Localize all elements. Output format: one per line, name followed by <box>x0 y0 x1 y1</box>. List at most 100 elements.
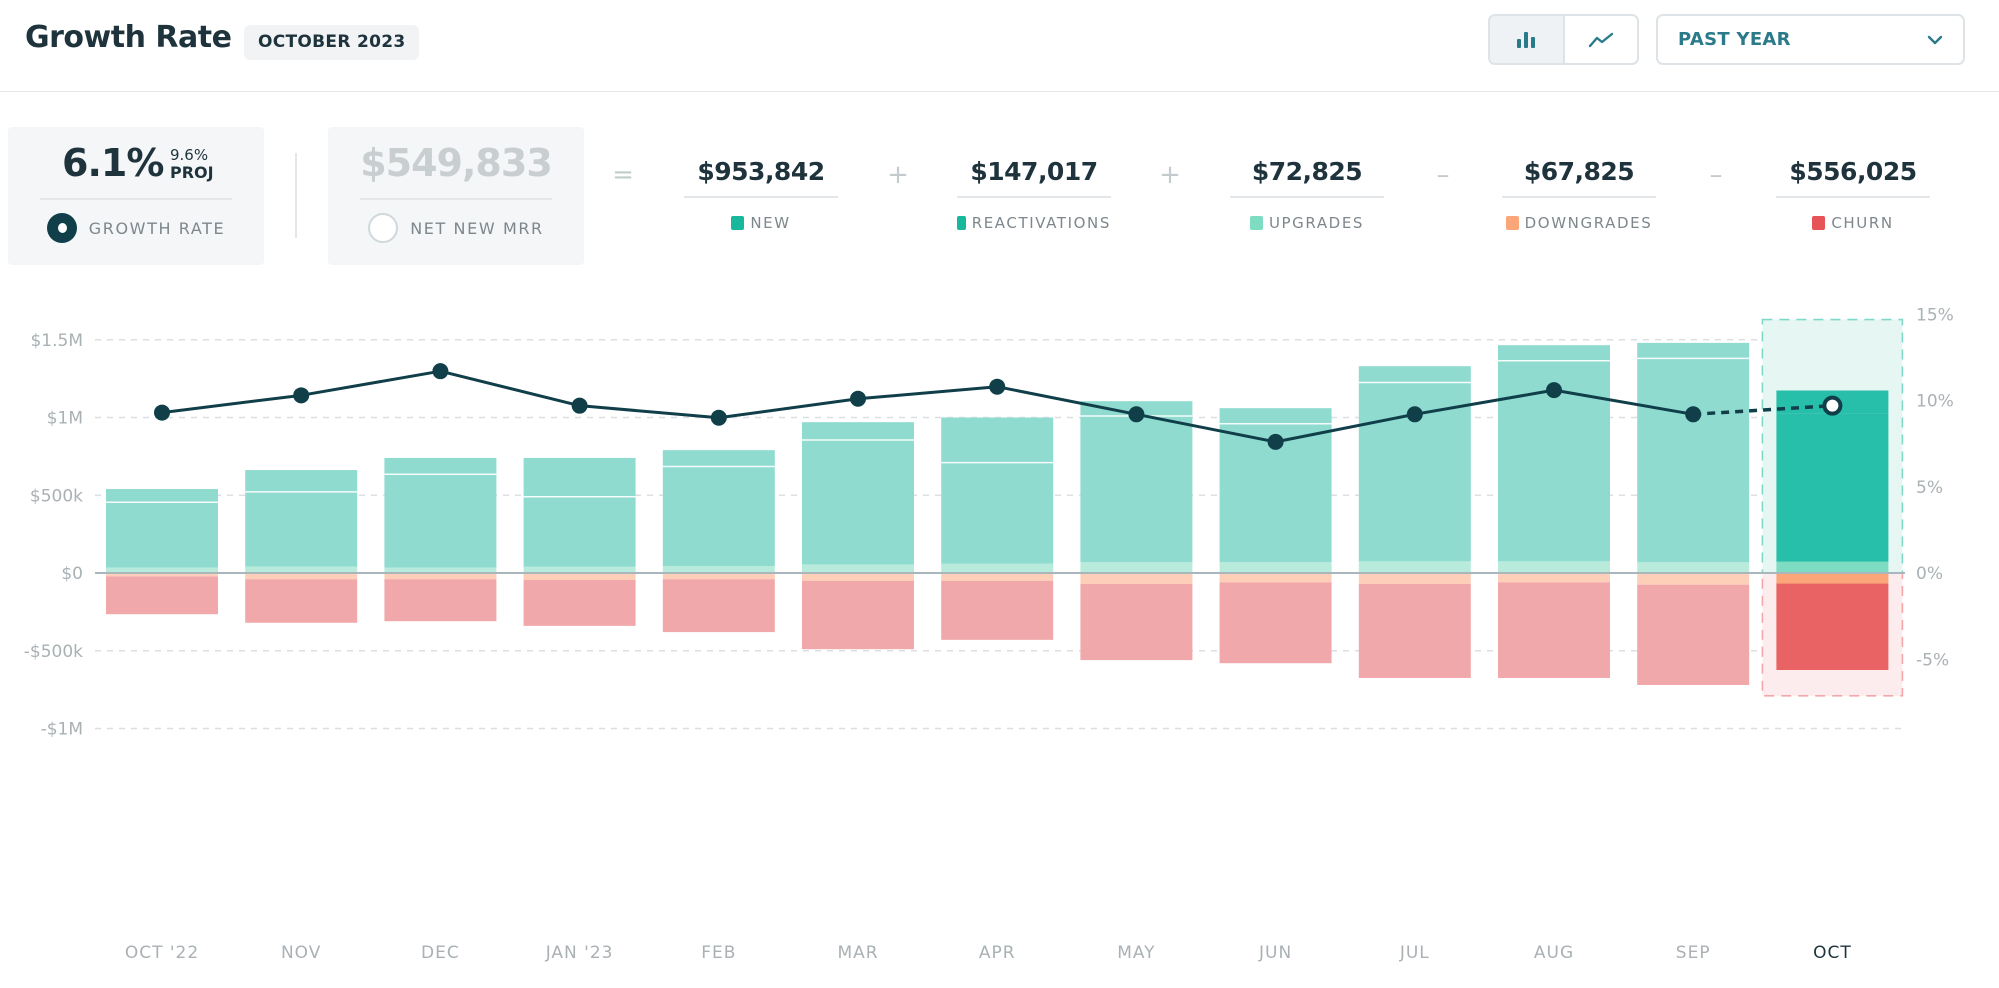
upgrades-swatch <box>1249 216 1263 230</box>
x-axis-tick-label: JUL <box>1399 943 1430 963</box>
x-axis-tick-label: AUG <box>1534 943 1574 963</box>
churn-bar <box>941 580 1054 640</box>
x-axis-tick-label: APR <box>979 943 1016 963</box>
component-upgrades: $72,825 UPGRADES <box>1230 152 1384 232</box>
divider <box>40 198 232 200</box>
churn-label: CHURN <box>1831 214 1894 232</box>
upgrades-bar <box>941 563 1054 573</box>
component-new: $953,842 NEW <box>684 152 838 232</box>
x-axis-tick-label: MAY <box>1117 943 1155 963</box>
new-bar <box>523 496 636 567</box>
churn-bar <box>662 579 775 633</box>
churn-bar <box>384 579 497 622</box>
chevron-down-icon <box>1927 35 1943 44</box>
right-axis-tick-label: 10% <box>1916 392 1954 412</box>
reactivations-label: REACTIVATIONS <box>971 214 1111 232</box>
downgrades-bar <box>1776 573 1889 584</box>
x-axis-tick-label: DEC <box>421 943 460 963</box>
reactivations-bar <box>802 422 914 441</box>
kpi-divider <box>295 153 297 238</box>
new-bar <box>245 491 358 567</box>
churn-bar <box>245 579 358 623</box>
reactivations-bar <box>1637 342 1750 359</box>
reactivations-bar <box>941 417 1054 463</box>
downgrades-bar <box>1358 573 1471 584</box>
downgrades-bar <box>941 573 1054 581</box>
date-range-select[interactable]: PAST YEAR <box>1656 14 1965 65</box>
growth-chart: $2M$1.5M$1M$500k$0-$500k-$1M15%10%5%0%-5… <box>24 305 1954 963</box>
date-range-value: PAST YEAR <box>1678 29 1791 50</box>
downgrades-bar <box>802 573 914 581</box>
component-reactivations: $147,017 REACTIVATIONS <box>957 152 1111 232</box>
x-axis-tick-label: MAR <box>837 943 878 963</box>
left-axis-tick-label: -$500k <box>24 642 83 662</box>
growth-rate-point <box>293 387 310 404</box>
growth-rate-point <box>432 363 449 380</box>
growth-rate-point <box>1406 406 1423 423</box>
new-bar <box>941 462 1054 564</box>
growth-rate-point <box>1685 406 1702 423</box>
equals-operator: = <box>612 160 634 190</box>
churn-bar <box>106 576 218 615</box>
bar-chart-view-button[interactable] <box>1490 16 1565 63</box>
new-bar <box>384 474 497 568</box>
growth-rate-point <box>571 397 588 414</box>
churn-value: $556,025 <box>1789 157 1917 186</box>
new-label: NEW <box>750 214 791 232</box>
growth-rate-point <box>1128 406 1145 423</box>
growth-rate-point <box>1267 433 1284 450</box>
projected-growth-label: PROJ <box>170 163 214 182</box>
churn-bar <box>1776 583 1889 671</box>
divider <box>360 198 552 200</box>
page-title: Growth Rate <box>25 20 232 55</box>
reactivations-bar <box>245 470 358 492</box>
plus-operator: + <box>1159 160 1181 190</box>
new-bar <box>662 466 775 567</box>
growth-rate-point <box>850 390 866 407</box>
downgrades-bar <box>1219 573 1332 583</box>
chart-view-toggle <box>1488 14 1639 65</box>
upgrades-value: $72,825 <box>1251 157 1363 186</box>
x-axis-tick-label: JUN <box>1258 943 1292 963</box>
right-axis-tick-label: 5% <box>1916 478 1943 498</box>
net-new-mrr-value: $549,833 <box>360 141 553 185</box>
right-axis-tick-label: 0% <box>1916 564 1943 584</box>
upgrades-bar <box>1637 562 1750 573</box>
net-new-mrr-card[interactable]: $549,833 NET NEW MRR <box>328 127 584 265</box>
right-axis-tick-label: 15% <box>1916 305 1954 325</box>
left-axis-tick-label: $1M <box>47 409 83 429</box>
x-axis-tick-label: JAN '23 <box>545 943 614 963</box>
reactivations-bar <box>106 489 218 503</box>
new-bar <box>1776 413 1889 562</box>
growth-rate-point <box>1546 382 1562 399</box>
downgrades-swatch <box>1505 216 1519 230</box>
plus-operator: + <box>887 160 909 190</box>
line-chart-view-button[interactable] <box>1565 16 1638 63</box>
growth-rate-card[interactable]: 6.1% 9.6% PROJ GROWTH RATE <box>8 127 264 265</box>
reactivations-bar <box>662 450 775 467</box>
churn-bar <box>1080 583 1193 661</box>
projected-growth-value: 9.6% <box>170 146 209 164</box>
reactivations-swatch <box>957 216 966 230</box>
growth-rate-projected-point <box>1822 395 1843 416</box>
upgrades-label: UPGRADES <box>1268 214 1365 232</box>
growth-rate-label: GROWTH RATE <box>88 218 226 238</box>
upgrades-bar <box>1219 562 1332 573</box>
net-new-mrr-label: NET NEW MRR <box>410 218 544 238</box>
growth-rate-radio[interactable] <box>46 213 77 243</box>
downgrades-bar <box>1637 573 1750 585</box>
left-axis-tick-label: -$1M <box>41 720 83 740</box>
upgrades-bar <box>802 564 914 573</box>
churn-bar <box>523 579 636 626</box>
minus-operator: – <box>1436 160 1450 190</box>
churn-bar <box>1219 582 1332 664</box>
churn-swatch <box>1812 216 1826 230</box>
upgrades-bar <box>1776 561 1889 573</box>
reactivations-bar <box>1219 408 1332 424</box>
net-new-mrr-radio[interactable] <box>368 213 399 243</box>
new-bar <box>802 440 914 565</box>
new-bar <box>1637 358 1750 563</box>
new-bar <box>106 502 218 568</box>
right-axis-tick-label: -5% <box>1916 650 1949 670</box>
upgrades-bar <box>662 566 775 573</box>
